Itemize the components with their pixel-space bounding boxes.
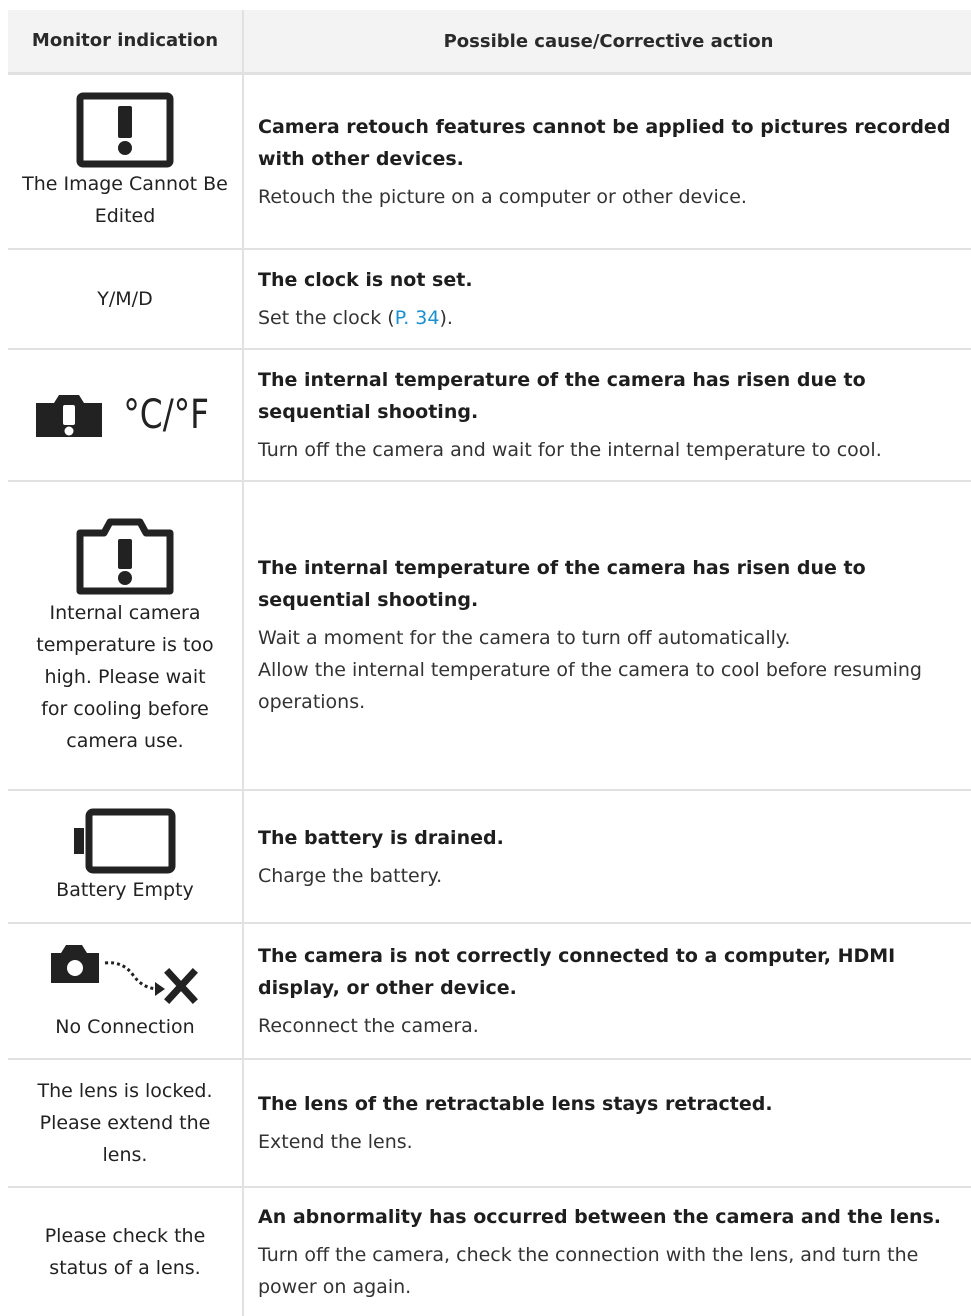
action-text: Retouch the picture on a computer or oth… <box>258 185 747 208</box>
action-text: Turn off the camera and wait for the int… <box>258 439 882 461</box>
cause-cell: Camera retouch features cannot be applie… <box>244 75 971 248</box>
indication-cell: °C/°F <box>8 350 244 480</box>
battery-empty-icon <box>74 808 176 874</box>
table-row: Y/M/D The clock is not set. Set the cloc… <box>8 250 971 350</box>
cause-text: An abnormality has occurred between the … <box>258 1206 942 1228</box>
indication-cell: The lens is locked. Please extend the le… <box>8 1060 244 1186</box>
action-text-pre: Set the clock ( <box>258 307 395 329</box>
indication-text: Internal camera temperature is too high.… <box>36 601 214 752</box>
header-monitor-indication: Monitor indication <box>8 10 244 72</box>
page-link[interactable]: P. 34 <box>395 307 440 329</box>
troubleshooting-table: Monitor indication Possible cause/Correc… <box>8 10 971 1316</box>
indication-text: The Image Cannot Be Edited <box>22 172 228 227</box>
action-text: Extend the lens. <box>258 1131 413 1153</box>
action-text: Wait a moment for the camera to turn off… <box>258 622 959 718</box>
indication-cell: Battery Empty <box>8 791 244 922</box>
indication-cell: Please check the status of a lens. <box>8 1188 244 1316</box>
cause-text: The camera is not correctly connected to… <box>258 945 896 999</box>
temperature-unit-text: °C/°F <box>123 392 209 438</box>
camera-warning-outline-icon <box>74 515 176 597</box>
cause-text: The clock is not set. <box>258 269 473 291</box>
cause-text: The internal temperature of the camera h… <box>258 557 866 611</box>
table-row: The lens is locked. Please extend the le… <box>8 1060 971 1188</box>
action-text: Charge the battery. <box>258 864 443 887</box>
cause-cell: The clock is not set. Set the clock (P. … <box>244 250 971 348</box>
cause-text: The battery is drained. <box>258 826 504 849</box>
table-row: No Connection The camera is not correctl… <box>8 924 971 1060</box>
indication-text: Please check the status of a lens. <box>44 1225 206 1279</box>
action-line-2: Allow the internal temperature of the ca… <box>258 659 922 713</box>
table-row: Battery Empty The battery is drained. Ch… <box>8 791 971 924</box>
indication-cell: No Connection <box>8 924 244 1058</box>
action-text: Set the clock (P. 34). <box>258 302 959 334</box>
indication-cell: The Image Cannot Be Edited <box>8 75 244 248</box>
table-row: Please check the status of a lens. An ab… <box>8 1188 971 1316</box>
header-cause-action: Possible cause/Corrective action <box>443 30 774 52</box>
action-text-post: ). <box>439 307 453 329</box>
cause-cell: The internal temperature of the camera h… <box>244 350 971 480</box>
indication-cell: Internal camera temperature is too high.… <box>8 482 244 789</box>
cause-cell: The internal temperature of the camera h… <box>244 482 971 789</box>
cause-text: The lens of the retractable lens stays r… <box>258 1093 773 1115</box>
cause-text: The internal temperature of the camera h… <box>258 369 866 423</box>
camera-temperature-warning-icon <box>32 391 106 439</box>
warning-box-icon <box>76 92 174 168</box>
action-text: Turn off the camera, check the connectio… <box>258 1244 919 1298</box>
table-header: Monitor indication Possible cause/Correc… <box>8 10 971 75</box>
no-connection-icon <box>47 939 203 1011</box>
indication-text: No Connection <box>55 1016 195 1038</box>
action-line-1: Wait a moment for the camera to turn off… <box>258 627 791 649</box>
table-row: The Image Cannot Be Edited Camera retouc… <box>8 75 971 250</box>
cause-cell: The battery is drained. Charge the batte… <box>244 791 971 922</box>
table-row: Internal camera temperature is too high.… <box>8 482 971 791</box>
table-row: °C/°F The internal temperature of the ca… <box>8 350 971 482</box>
indication-text: The lens is locked. Please extend the le… <box>37 1080 213 1166</box>
temperature-warning-group: °C/°F <box>32 391 218 439</box>
indication-text: Battery Empty <box>56 878 194 901</box>
cause-text: Camera retouch features cannot be applie… <box>258 115 951 170</box>
cause-cell: The camera is not correctly connected to… <box>244 924 971 1058</box>
cause-cell: The lens of the retractable lens stays r… <box>244 1060 971 1186</box>
action-text: Reconnect the camera. <box>258 1015 479 1037</box>
indication-cell: Y/M/D <box>8 250 244 348</box>
indication-text: Y/M/D <box>97 288 153 310</box>
cause-cell: An abnormality has occurred between the … <box>244 1188 971 1316</box>
